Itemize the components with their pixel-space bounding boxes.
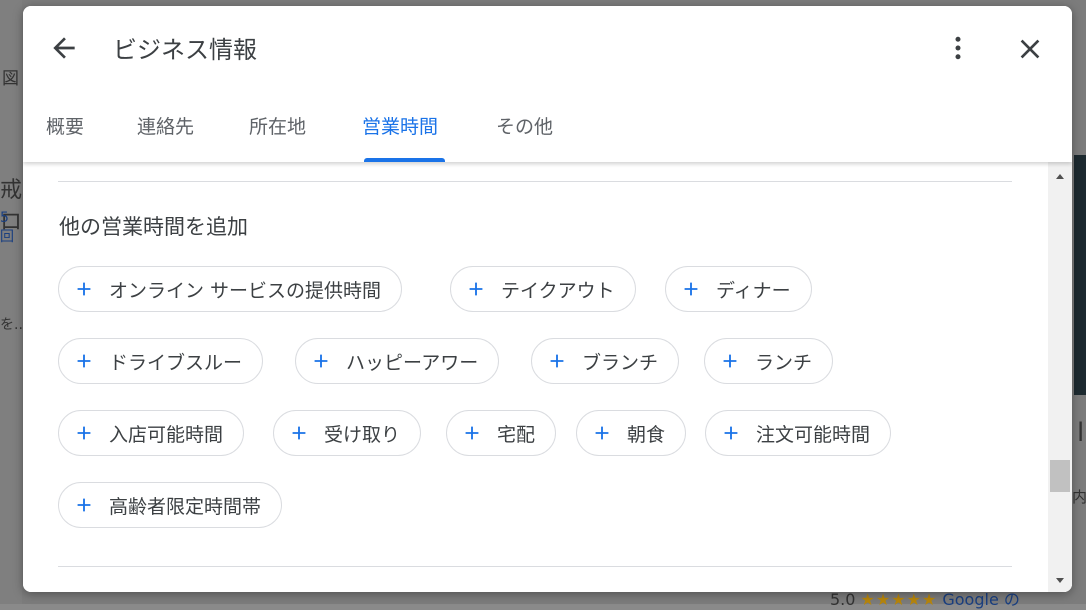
chip-drive-through[interactable]: ドライブスルー: [58, 338, 264, 384]
section-title-add-hours: 他の営業時間を追加: [59, 215, 248, 239]
chip-brunch[interactable]: ブランチ: [531, 338, 680, 384]
chip-label: 朝食: [627, 423, 666, 446]
active-tab-indicator: [364, 158, 445, 162]
plus-icon: [595, 426, 609, 440]
chip-label: テイクアウト: [501, 279, 615, 302]
more-options-button[interactable]: [943, 32, 973, 64]
tab-bar: 概要 連絡先 所在地 営業時間 その他: [23, 98, 1072, 162]
chip-label: ディナー: [716, 279, 791, 302]
triangle-down-icon: [1056, 578, 1064, 583]
dialog-header: ビジネス情報 概要 連絡先 所在地 営業時間 その他: [23, 6, 1072, 162]
plus-icon: [77, 426, 91, 440]
plus-icon: [469, 282, 483, 296]
plus-icon: [723, 354, 737, 368]
plus-icon: [292, 426, 306, 440]
chip-label: ランチ: [755, 351, 813, 374]
scroll-up-button[interactable]: [1048, 166, 1072, 186]
chip-pickup[interactable]: 受け取り: [273, 410, 422, 456]
chip-happy-hour[interactable]: ハッピーアワー: [295, 338, 500, 384]
chip-label: ブランチ: [582, 351, 659, 374]
chip-label: 受け取り: [324, 423, 401, 446]
plus-icon: [77, 282, 91, 296]
chip-order-hours[interactable]: 注文可能時間: [705, 410, 892, 456]
chip-senior-hours[interactable]: 高齢者限定時間帯: [58, 482, 283, 528]
arrow-left-icon: [53, 37, 75, 59]
triangle-up-icon: [1056, 174, 1064, 179]
chip-label: ドライブスルー: [109, 351, 243, 374]
background-snippet: l: [1077, 418, 1085, 448]
chip-label: 宅配: [497, 423, 536, 446]
scroll-down-button[interactable]: [1048, 570, 1072, 590]
tab-contact[interactable]: 連絡先: [137, 112, 194, 139]
rating-stars: ★★★★★: [860, 590, 938, 609]
plus-icon: [724, 426, 738, 440]
plus-icon: [465, 426, 479, 440]
dialog-body: 他の営業時間を追加 オンライン サービスの提供時間 テイクアウト ディナー ドラ…: [23, 162, 1072, 592]
business-info-dialog: ビジネス情報 概要 連絡先 所在地 営業時間 その他 他の営業時間を追加 オンラ…: [23, 6, 1072, 592]
plus-icon: [77, 498, 91, 512]
tab-location[interactable]: 所在地: [249, 112, 306, 139]
close-icon: [1020, 39, 1040, 59]
scrollbar[interactable]: [1048, 162, 1072, 592]
background-snippet: 図: [2, 69, 19, 89]
plus-icon: [550, 354, 564, 368]
tab-more[interactable]: その他: [496, 112, 553, 139]
chip-delivery[interactable]: 宅配: [446, 410, 557, 456]
chip-breakfast[interactable]: 朝食: [576, 410, 687, 456]
chip-label: ハッピーアワー: [346, 351, 479, 374]
more-vert-icon: [955, 36, 961, 60]
chip-lunch[interactable]: ランチ: [704, 338, 834, 384]
divider-top: [58, 181, 1012, 182]
chip-label: オンライン サービスの提供時間: [109, 279, 382, 302]
background-snippet: 5 回: [0, 210, 14, 245]
plus-icon: [314, 354, 328, 368]
back-button[interactable]: [48, 32, 80, 64]
google-reviews-link[interactable]: Google の: [942, 590, 1020, 609]
chip-online-service-hours[interactable]: オンライン サービスの提供時間: [58, 266, 403, 312]
background-snippet: 内: [1072, 488, 1086, 506]
plus-icon: [684, 282, 698, 296]
background-photo: [1074, 155, 1086, 395]
chip-label: 入店可能時間: [109, 423, 224, 446]
divider-bottom: [58, 566, 1012, 567]
tab-hours[interactable]: 営業時間: [362, 112, 438, 139]
background-left-strip: 図 戒ロ 5 回 を...: [0, 0, 27, 604]
rating-value: 5.0: [830, 590, 856, 609]
tab-overview[interactable]: 概要: [46, 112, 84, 139]
plus-icon: [77, 354, 91, 368]
scrollbar-thumb[interactable]: [1050, 460, 1070, 492]
close-button[interactable]: [1014, 33, 1046, 65]
chip-label: 高齢者限定時間帯: [109, 495, 262, 518]
chip-takeout[interactable]: テイクアウト: [450, 266, 636, 312]
chip-dinner[interactable]: ディナー: [665, 266, 812, 312]
dialog-title: ビジネス情報: [113, 36, 257, 64]
chip-entry-hours[interactable]: 入店可能時間: [58, 410, 245, 456]
chip-label: 注文可能時間: [756, 423, 871, 446]
